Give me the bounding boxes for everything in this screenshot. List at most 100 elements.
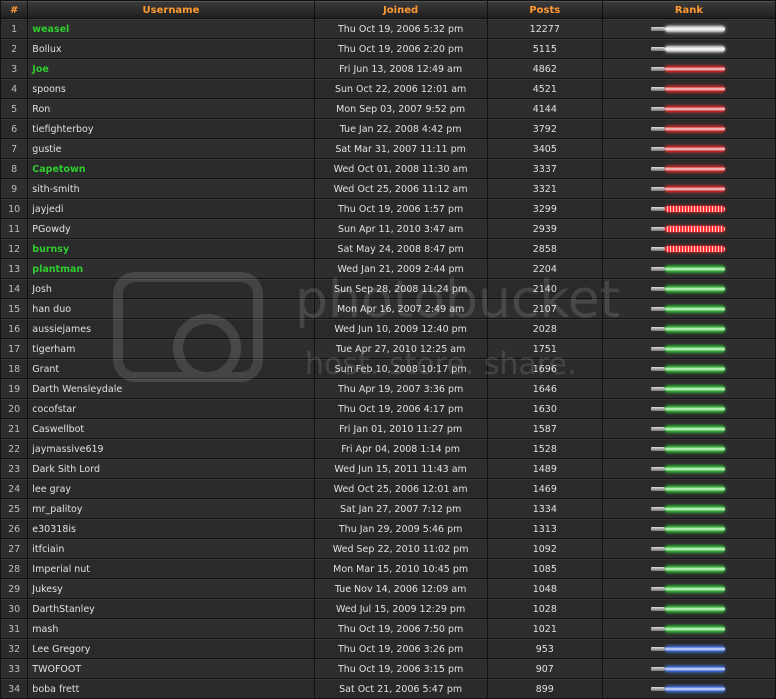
username-link[interactable]: mr_palitoy (28, 499, 314, 518)
username-link[interactable]: PGowdy (28, 219, 314, 238)
post-count[interactable]: 4862 (487, 59, 602, 78)
username-link[interactable]: han duo (28, 299, 314, 318)
post-count[interactable]: 1630 (487, 399, 602, 418)
username-link[interactable]: Lee Gregory (28, 639, 314, 658)
post-count[interactable]: 1028 (487, 599, 602, 618)
col-header-joined[interactable]: Joined (314, 1, 487, 18)
username-link[interactable]: cocofstar (28, 399, 314, 418)
post-count[interactable]: 3299 (487, 199, 602, 218)
lightsaber-rank-icon (651, 286, 726, 292)
post-count[interactable]: 3405 (487, 139, 602, 158)
username-link[interactable]: DarthStanley (28, 599, 314, 618)
username-link[interactable]: Dark Sith Lord (28, 459, 314, 478)
username-link[interactable]: sith-smith (28, 179, 314, 198)
post-count[interactable]: 1313 (487, 519, 602, 538)
member-row: 11 PGowdy Sun Apr 11, 2010 3:47 am 2939 (1, 219, 775, 238)
post-count[interactable]: 1334 (487, 499, 602, 518)
username-link[interactable]: Grant (28, 359, 314, 378)
username-link[interactable]: Darth Wensleydale (28, 379, 314, 398)
post-count[interactable]: 953 (487, 639, 602, 658)
post-count[interactable]: 2858 (487, 239, 602, 258)
username-link[interactable]: Joe (28, 59, 314, 78)
lightsaber-rank-icon (651, 146, 726, 152)
joined-date: Tue Apr 27, 2010 12:25 am (314, 339, 487, 358)
member-row: 15 han duo Mon Apr 16, 2007 2:49 am 2107 (1, 299, 775, 318)
post-count[interactable]: 1646 (487, 379, 602, 398)
post-count[interactable]: 2028 (487, 319, 602, 338)
username-link[interactable]: Bollux (28, 39, 314, 58)
joined-date: Wed Jan 21, 2009 2:44 pm (314, 259, 487, 278)
row-number: 25 (1, 499, 28, 518)
username-link[interactable]: Ron (28, 99, 314, 118)
lightsaber-rank-icon (651, 346, 726, 352)
post-count[interactable]: 1469 (487, 479, 602, 498)
username-link[interactable]: gustie (28, 139, 314, 158)
username-link[interactable]: aussiejames (28, 319, 314, 338)
post-count[interactable]: 1021 (487, 619, 602, 638)
post-count[interactable]: 12277 (487, 19, 602, 38)
username-link[interactable]: Capetown (28, 159, 314, 178)
post-count[interactable]: 3337 (487, 159, 602, 178)
lightsaber-rank-icon (651, 326, 726, 332)
rank-cell (602, 359, 775, 378)
username-link[interactable]: jaymassive619 (28, 439, 314, 458)
row-number: 12 (1, 239, 28, 258)
username-link[interactable]: spoons (28, 79, 314, 98)
username-link[interactable]: jayjedi (28, 199, 314, 218)
rank-cell (602, 39, 775, 58)
col-header-posts[interactable]: Posts (487, 1, 602, 18)
username-link[interactable]: burnsy (28, 239, 314, 258)
username-link[interactable]: itfciain (28, 539, 314, 558)
post-count[interactable]: 2107 (487, 299, 602, 318)
post-count[interactable]: 1048 (487, 579, 602, 598)
col-header-username[interactable]: Username (28, 1, 314, 18)
post-count[interactable]: 1085 (487, 559, 602, 578)
username-link[interactable]: boba frett (28, 679, 314, 698)
post-count[interactable]: 5115 (487, 39, 602, 58)
member-row: 31 mash Thu Oct 19, 2006 7:50 pm 1021 (1, 619, 775, 638)
username-link[interactable]: tiefighterboy (28, 119, 314, 138)
username-link[interactable]: e30318is (28, 519, 314, 538)
post-count[interactable]: 3321 (487, 179, 602, 198)
member-row: 2 Bollux Thu Oct 19, 2006 2:20 pm 5115 (1, 39, 775, 58)
username-link[interactable]: lee gray (28, 479, 314, 498)
table-header-row: # Username Joined Posts Rank (1, 1, 775, 18)
username-link[interactable]: Josh (28, 279, 314, 298)
member-row: 3 Joe Fri Jun 13, 2008 12:49 am 4862 (1, 59, 775, 78)
post-count[interactable]: 2939 (487, 219, 602, 238)
rank-cell (602, 279, 775, 298)
rank-cell (602, 499, 775, 518)
username-link[interactable]: tigerham (28, 339, 314, 358)
joined-date: Wed Jun 15, 2011 11:43 am (314, 459, 487, 478)
username-link[interactable]: Imperial nut (28, 559, 314, 578)
lightsaber-rank-icon (651, 486, 726, 492)
lightsaber-rank-icon (651, 626, 726, 632)
lightsaber-rank-icon (651, 686, 726, 692)
col-header-number[interactable]: # (1, 1, 28, 18)
post-count[interactable]: 2204 (487, 259, 602, 278)
username-link[interactable]: mash (28, 619, 314, 638)
post-count[interactable]: 4521 (487, 79, 602, 98)
username-link[interactable]: Caswellbot (28, 419, 314, 438)
post-count[interactable]: 1489 (487, 459, 602, 478)
post-count[interactable]: 907 (487, 659, 602, 678)
post-count[interactable]: 1587 (487, 419, 602, 438)
username-link[interactable]: weasel (28, 19, 314, 38)
post-count[interactable]: 1092 (487, 539, 602, 558)
username-link[interactable]: TWOFOOT (28, 659, 314, 678)
post-count[interactable]: 899 (487, 679, 602, 698)
post-count[interactable]: 1751 (487, 339, 602, 358)
col-header-rank[interactable]: Rank (602, 1, 775, 18)
lightsaber-rank-icon (651, 606, 726, 612)
post-count[interactable]: 4144 (487, 99, 602, 118)
username-link[interactable]: Jukesy (28, 579, 314, 598)
member-row: 27 itfciain Wed Sep 22, 2010 11:02 pm 1092 (1, 539, 775, 558)
row-number: 5 (1, 99, 28, 118)
post-count[interactable]: 1696 (487, 359, 602, 378)
post-count[interactable]: 1528 (487, 439, 602, 458)
username-link[interactable]: plantman (28, 259, 314, 278)
joined-date: Thu Oct 19, 2006 7:50 pm (314, 619, 487, 638)
row-number: 14 (1, 279, 28, 298)
post-count[interactable]: 3792 (487, 119, 602, 138)
post-count[interactable]: 2140 (487, 279, 602, 298)
